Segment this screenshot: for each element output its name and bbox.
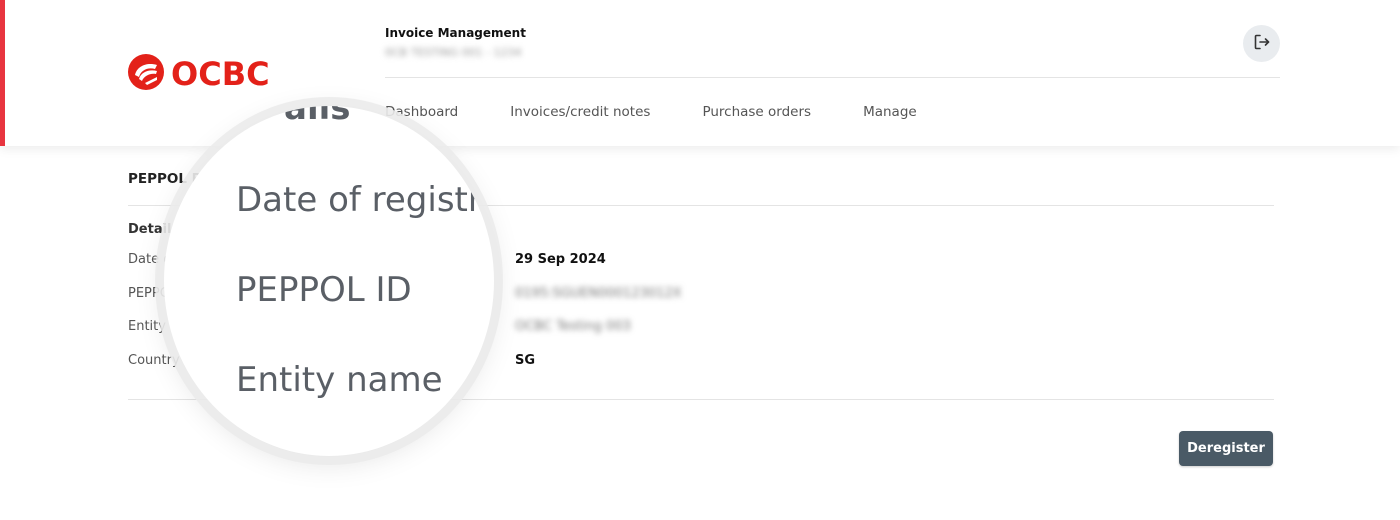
logout-icon <box>1253 33 1271 55</box>
app-header: OCBC Invoice Management 0CB TESTING 001 … <box>0 0 1400 146</box>
ocbc-logo[interactable]: OCBC <box>127 53 270 95</box>
nav-dashboard[interactable]: Dashboard <box>385 104 458 120</box>
magnified-date-of-registration: Date of registr <box>236 180 482 220</box>
ocbc-emblem-icon <box>127 53 165 95</box>
magnified-entity-name: Entity name <box>236 360 443 400</box>
nav-invoices-credit-notes[interactable]: Invoices/credit notes <box>510 104 650 120</box>
page: OCBC Invoice Management 0CB TESTING 001 … <box>0 0 1400 520</box>
peppol-id-label: PEPPC <box>128 286 169 301</box>
date-of-registration-value: 29 Sep 2024 <box>515 252 606 267</box>
logo-text: OCBC <box>171 55 270 93</box>
country-value: SG <box>515 353 536 368</box>
entity-name-value: OCBC Testing 003 <box>515 319 631 334</box>
logout-button[interactable] <box>1243 25 1280 62</box>
accent-bar <box>0 0 5 146</box>
main-nav: Dashboard Invoices/credit notes Purchase… <box>385 104 969 120</box>
peppol-id-value: 0195:SGUEN000123012X <box>515 286 682 301</box>
magnified-details-heading: ails <box>284 106 351 128</box>
account-subtitle: 0CB TESTING 001 - 1234 <box>385 46 522 59</box>
deregister-button[interactable]: Deregister <box>1179 431 1273 466</box>
nav-purchase-orders[interactable]: Purchase orders <box>702 104 811 120</box>
magnified-peppol-id: PEPPOL ID <box>236 270 412 310</box>
nav-manage[interactable]: Manage <box>863 104 917 120</box>
magnifier-lens: ails Date of registr PEPPOL ID Entity na… <box>164 106 494 456</box>
header-divider <box>385 77 1280 78</box>
app-title: Invoice Management <box>385 26 526 40</box>
